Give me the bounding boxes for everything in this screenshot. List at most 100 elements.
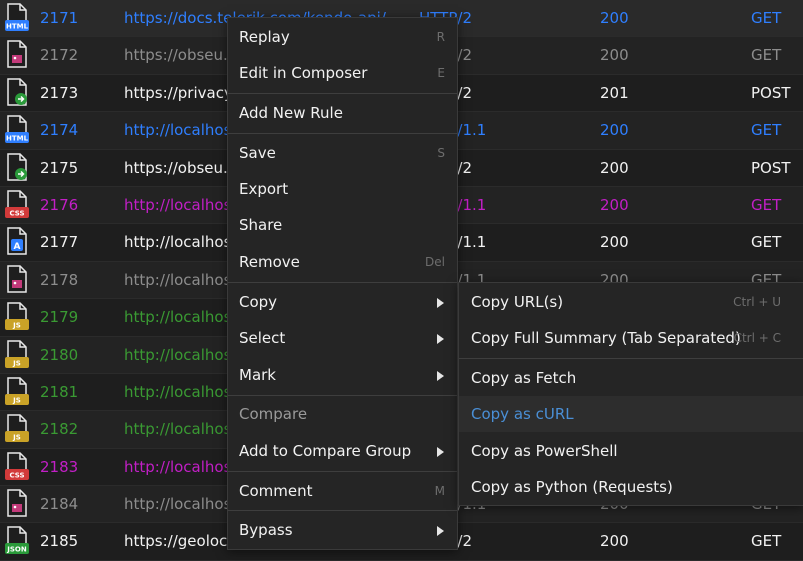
menu-item-copy-as-curl[interactable]: Copy as cURL bbox=[459, 396, 803, 432]
image-file-icon bbox=[5, 40, 29, 70]
shortcut-label: Del bbox=[425, 255, 445, 269]
menu-item-replay[interactable]: Replay R bbox=[228, 19, 457, 55]
menu-item-copy-as-fetch[interactable]: Copy as Fetch bbox=[459, 360, 803, 396]
shortcut-label: Ctrl + U bbox=[733, 295, 781, 309]
session-id: 2175 bbox=[40, 158, 79, 177]
svg-text:JS: JS bbox=[12, 434, 21, 442]
svg-text:JS: JS bbox=[12, 396, 21, 404]
copy-submenu: Copy URL(s) Ctrl + U Copy Full Summary (T… bbox=[458, 282, 803, 506]
session-method: GET bbox=[751, 532, 782, 551]
svg-text:CSS: CSS bbox=[9, 471, 24, 479]
js-file-icon: JS bbox=[5, 339, 29, 370]
session-method: GET bbox=[751, 46, 782, 65]
menu-item-label: Copy Full Summary (Tab Separated) bbox=[471, 329, 741, 347]
menu-item-copy[interactable]: Copy bbox=[228, 284, 457, 320]
session-status: 200 bbox=[600, 158, 629, 177]
html-file-icon: HTML bbox=[5, 115, 29, 145]
menu-item-label: Add to Compare Group bbox=[239, 442, 412, 460]
session-id: 2173 bbox=[40, 83, 79, 102]
css-file-icon: CSS bbox=[5, 190, 29, 220]
menu-item-bypass[interactable]: Bypass bbox=[228, 512, 457, 548]
menu-item-label: Mark bbox=[239, 366, 276, 384]
menu-item-label: Comment bbox=[239, 482, 313, 500]
menu-separator bbox=[228, 471, 457, 472]
menu-item-remove[interactable]: Remove Del bbox=[228, 244, 457, 280]
svg-text:JS: JS bbox=[12, 322, 21, 330]
svg-text:JSON: JSON bbox=[6, 546, 27, 554]
session-id: 2180 bbox=[40, 345, 79, 364]
menu-item-add-new-rule[interactable]: Add New Rule bbox=[228, 95, 457, 131]
submenu-arrow-icon bbox=[437, 447, 444, 457]
session-id: 2176 bbox=[40, 195, 79, 214]
html-file-icon: HTML bbox=[5, 3, 29, 33]
session-method: GET bbox=[751, 233, 782, 252]
image-file-icon bbox=[5, 489, 29, 519]
menu-item-label: Copy as PowerShell bbox=[471, 442, 618, 460]
menu-item-label: Copy as Fetch bbox=[471, 369, 577, 387]
json-file-icon: JSON bbox=[5, 526, 29, 556]
submenu-arrow-icon bbox=[437, 526, 444, 536]
shortcut-label: R bbox=[436, 30, 445, 44]
session-status: 200 bbox=[600, 233, 629, 252]
svg-text:JS: JS bbox=[12, 359, 21, 367]
menu-item-copy-as-powershell[interactable]: Copy as PowerShell bbox=[459, 433, 803, 469]
menu-item-save[interactable]: Save S bbox=[228, 135, 457, 171]
menu-separator bbox=[228, 133, 457, 134]
session-id: 2172 bbox=[40, 46, 79, 65]
image-file-icon bbox=[5, 264, 29, 295]
session-id: 2182 bbox=[40, 420, 79, 439]
menu-item-edit-in-composer[interactable]: Edit in Composer E bbox=[228, 55, 457, 91]
svg-text:HTML: HTML bbox=[6, 23, 29, 31]
session-id: 2177 bbox=[40, 233, 79, 252]
menu-item-share[interactable]: Share bbox=[228, 207, 457, 243]
session-status: 200 bbox=[600, 195, 629, 214]
session-id: 2178 bbox=[40, 270, 79, 289]
menu-item-label: Remove bbox=[239, 253, 300, 271]
session-method: GET bbox=[751, 121, 782, 140]
session-id: 2179 bbox=[40, 308, 79, 327]
menu-item-export[interactable]: Export bbox=[228, 171, 457, 207]
menu-item-label: Add New Rule bbox=[239, 104, 343, 122]
submenu-arrow-icon bbox=[437, 334, 444, 344]
send-file-icon bbox=[5, 78, 29, 108]
submenu-arrow-icon bbox=[437, 298, 444, 308]
session-method: POST bbox=[751, 83, 791, 102]
context-menu: Replay R Edit in Composer E Add New Rule S… bbox=[227, 17, 458, 550]
menu-item-compare: Compare bbox=[228, 396, 457, 432]
menu-item-mark[interactable]: Mark bbox=[228, 357, 457, 393]
js-file-icon: JS bbox=[5, 377, 29, 407]
session-id: 2185 bbox=[40, 532, 79, 551]
menu-item-label: Copy bbox=[239, 293, 278, 311]
session-status: 200 bbox=[600, 532, 629, 551]
session-method: GET bbox=[751, 195, 782, 214]
menu-item-label: Share bbox=[239, 216, 283, 234]
svg-text:CSS: CSS bbox=[9, 209, 24, 217]
session-id: 2181 bbox=[40, 382, 79, 401]
svg-text:HTML: HTML bbox=[6, 135, 29, 143]
session-status: 200 bbox=[600, 121, 629, 140]
menu-item-copy-full-summary[interactable]: Copy Full Summary (Tab Separated) Ctrl + … bbox=[459, 320, 803, 356]
session-id: 2171 bbox=[40, 9, 79, 27]
shortcut-label: M bbox=[434, 484, 445, 498]
menu-separator bbox=[228, 510, 457, 511]
menu-item-select[interactable]: Select bbox=[228, 320, 457, 356]
session-status: 200 bbox=[600, 46, 629, 65]
menu-item-label: Compare bbox=[239, 405, 308, 423]
session-status: 200 bbox=[600, 9, 629, 27]
menu-item-label: Export bbox=[239, 180, 289, 198]
font-file-icon: A bbox=[5, 227, 29, 257]
shortcut-label: E bbox=[437, 66, 445, 80]
menu-separator bbox=[228, 93, 457, 94]
session-id: 2184 bbox=[40, 495, 79, 514]
js-file-icon: JS bbox=[5, 414, 29, 444]
menu-item-label: Copy as cURL bbox=[471, 405, 574, 423]
menu-item-comment[interactable]: Comment M bbox=[228, 473, 457, 509]
menu-item-copy-urls[interactable]: Copy URL(s) Ctrl + U bbox=[459, 284, 803, 320]
menu-item-copy-as-python[interactable]: Copy as Python (Requests) bbox=[459, 469, 803, 505]
shortcut-label: Ctrl + C bbox=[733, 331, 781, 345]
session-id: 2183 bbox=[40, 457, 79, 476]
menu-item-label: Replay bbox=[239, 28, 290, 46]
send-file-icon bbox=[5, 152, 29, 183]
menu-item-add-to-compare-group[interactable]: Add to Compare Group bbox=[228, 433, 457, 469]
session-status: 201 bbox=[600, 83, 629, 102]
